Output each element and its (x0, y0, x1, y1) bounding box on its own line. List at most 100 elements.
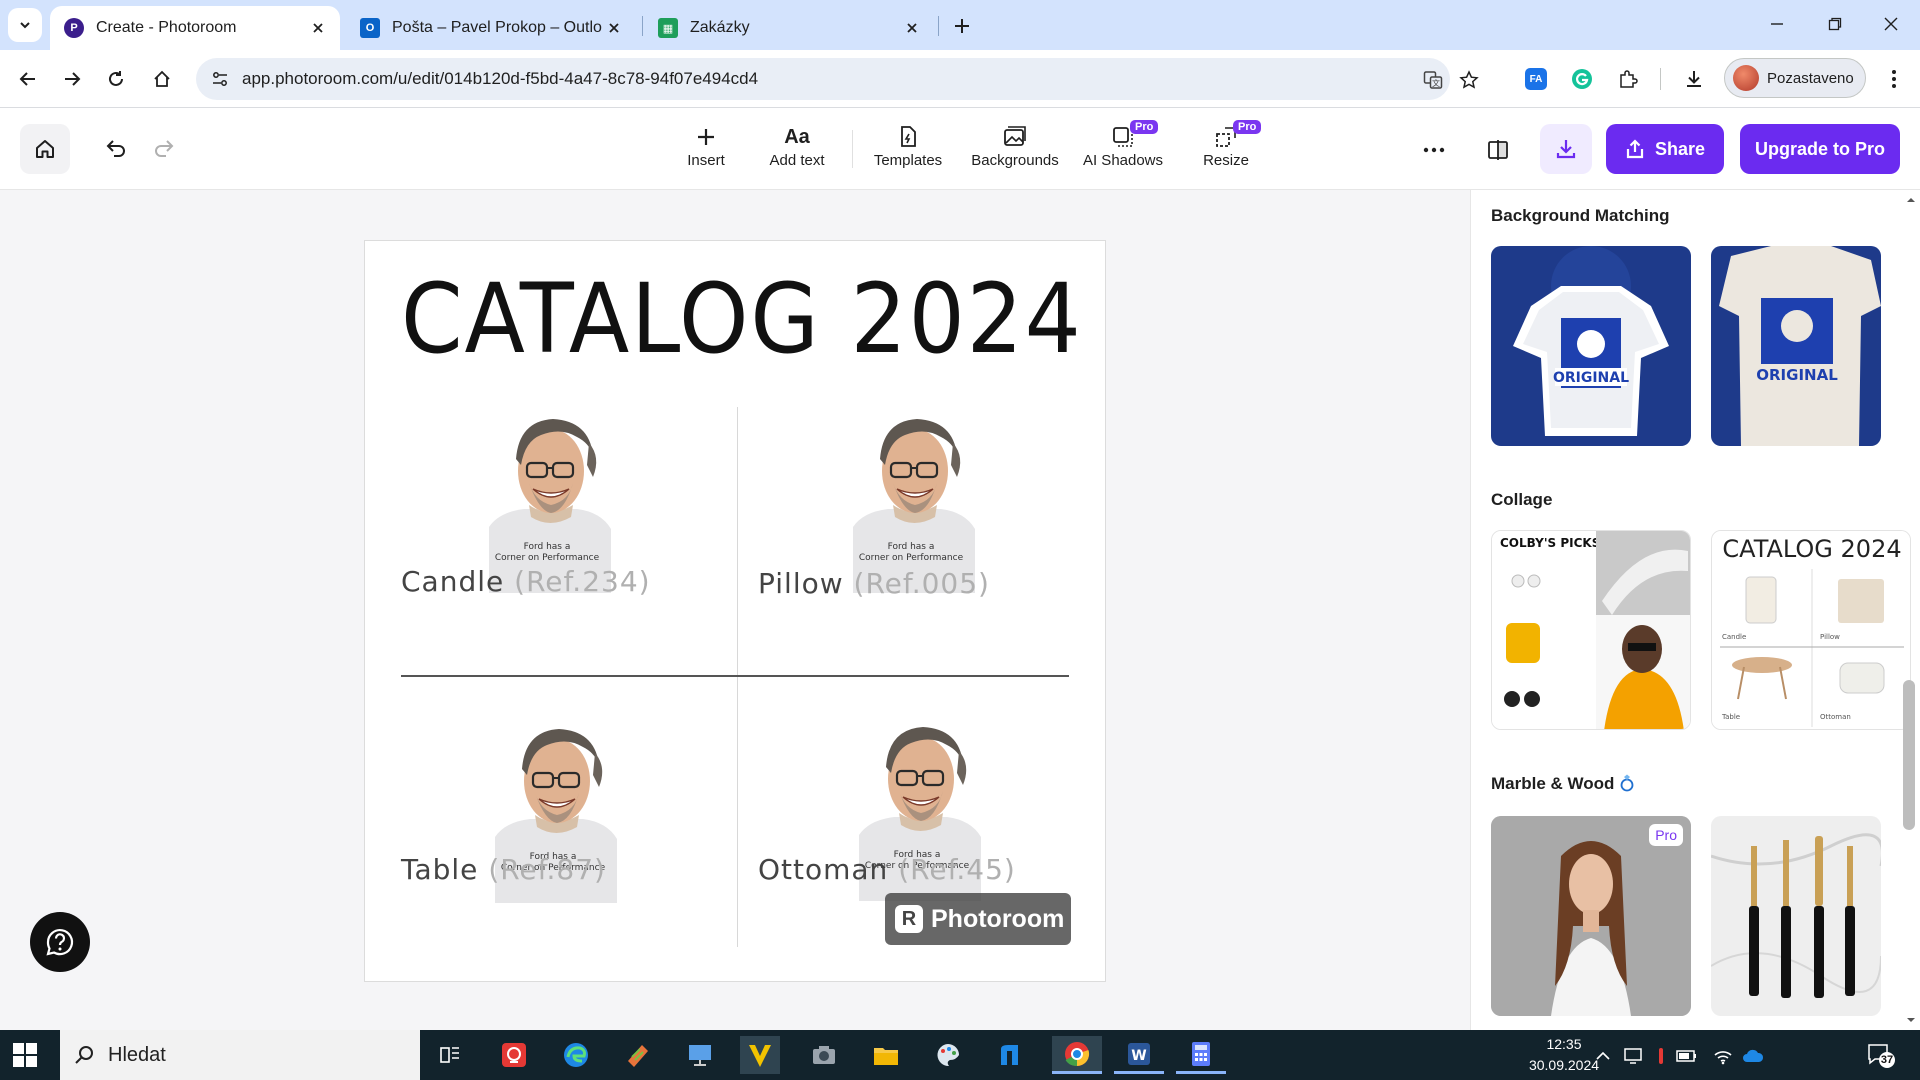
panel-scrollbar[interactable] (1901, 190, 1917, 1030)
task-view-icon[interactable] (430, 1036, 470, 1074)
camera-app-icon[interactable] (804, 1036, 844, 1074)
product-label-table[interactable]: Table (Ref.87) (401, 853, 606, 886)
paint-palette-icon[interactable] (928, 1036, 968, 1074)
edge-browser-icon[interactable] (556, 1036, 596, 1074)
word-app-icon[interactable]: W (1114, 1036, 1164, 1074)
resize-tool[interactable]: Pro Resize (1196, 120, 1262, 178)
backgrounds-tool[interactable]: Backgrounds (968, 122, 1062, 178)
new-tab-button[interactable] (948, 12, 976, 40)
ai-shadows-icon: Pro (1112, 120, 1159, 152)
app-home-button[interactable] (20, 124, 70, 174)
product-photo-pillow[interactable]: Ford has a Corner on Performance (853, 407, 975, 593)
resize-icon: Pro (1215, 120, 1262, 152)
svg-text:Ottoman: Ottoman (1820, 713, 1851, 721)
tray-monitor-icon[interactable] (1622, 1045, 1644, 1067)
undo-icon (106, 140, 125, 157)
chrome-browser-icon[interactable] (1052, 1036, 1102, 1074)
onedrive-cloud-icon[interactable] (1742, 1045, 1764, 1067)
design-page[interactable]: CATALOG 2024 Ford has a Corner on Perfor… (364, 240, 1106, 982)
product-label-ottoman[interactable]: Ottoman (Ref.45) (758, 853, 1016, 886)
compare-icon (1488, 140, 1508, 160)
close-tab-icon[interactable] (900, 16, 924, 40)
help-icon (46, 929, 74, 956)
font-awesome-extension-icon[interactable]: FA (1522, 65, 1550, 93)
file-explorer-icon[interactable] (866, 1036, 906, 1074)
catalog-title[interactable]: CATALOG 2024 (401, 263, 1083, 375)
toolbar-separator (1660, 68, 1661, 90)
back-button[interactable] (12, 63, 44, 95)
templates-tool[interactable]: Templates (866, 122, 950, 178)
reload-icon (109, 71, 123, 86)
tab-zakazky[interactable]: ▦ Zakázky (644, 6, 934, 50)
home-button[interactable] (146, 63, 178, 95)
grammarly-extension-icon[interactable] (1568, 65, 1596, 93)
close-tab-icon[interactable] (602, 16, 626, 40)
template-thumb-marble-woman[interactable]: Pro (1491, 816, 1691, 1016)
forward-button[interactable] (56, 63, 88, 95)
browser-menu-icon[interactable] (1880, 65, 1908, 93)
notification-center-button[interactable]: 37 (1866, 1042, 1896, 1070)
share-button[interactable]: Share (1606, 124, 1724, 174)
app-icon-blue[interactable] (990, 1036, 1030, 1074)
bookmark-star-icon[interactable] (1456, 67, 1482, 93)
vectorworks-icon[interactable] (740, 1036, 780, 1074)
download-icon (1556, 140, 1576, 159)
close-tab-icon[interactable] (306, 16, 330, 40)
photoroom-watermark[interactable]: R Photoroom (885, 893, 1071, 945)
svg-text:CATALOG 2024: CATALOG 2024 (1722, 535, 1901, 563)
remote-app-icon[interactable] (494, 1036, 534, 1074)
extensions-puzzle-icon[interactable] (1614, 65, 1642, 93)
download-button[interactable] (1540, 124, 1592, 174)
minimize-button[interactable] (1748, 0, 1806, 48)
canvas-area[interactable]: CATALOG 2024 Ford has a Corner on Perfor… (0, 190, 1470, 1030)
address-bar[interactable]: app.photoroom.com/u/edit/014b120d-f5bd-4… (196, 58, 1479, 100)
tab-photoroom[interactable]: P Create - Photoroom (50, 6, 340, 50)
undo-button[interactable] (100, 132, 132, 164)
windows-taskbar: Hledat W 12:35 30.09.2024 37 (0, 1030, 1920, 1080)
product-label-candle[interactable]: Candle (Ref.234) (401, 565, 651, 598)
browser-tabstrip: P Create - Photoroom O Pošta – Pavel Pro… (0, 0, 1920, 50)
taskbar-clock[interactable]: 12:35 30.09.2024 (1514, 1034, 1614, 1076)
remote-desktop-icon[interactable] (680, 1036, 720, 1074)
url-text: app.photoroom.com/u/edit/014b120d-f5bd-4… (242, 69, 759, 88)
paint-app-icon[interactable] (618, 1036, 658, 1074)
wifi-icon[interactable] (1712, 1045, 1734, 1067)
template-thumb-colbys-picks[interactable]: COLBY'S PICKS (1491, 530, 1691, 730)
more-options-button[interactable] (1418, 134, 1450, 166)
add-text-tool[interactable]: Aa Add text (762, 122, 832, 178)
sheets-favicon: ▦ (658, 18, 678, 38)
tray-security-icon[interactable] (1650, 1045, 1672, 1067)
translate-icon[interactable]: 文 (1420, 67, 1446, 93)
calculator-app-icon[interactable] (1176, 1036, 1226, 1074)
product-label-pillow[interactable]: Pillow (Ref.005) (758, 567, 990, 600)
ai-shadows-tool[interactable]: Pro AI Shadows (1080, 120, 1166, 178)
insert-tool[interactable]: Insert (672, 122, 740, 178)
scrollbar-thumb[interactable] (1903, 680, 1915, 830)
help-button[interactable] (30, 912, 90, 972)
maximize-button[interactable] (1806, 0, 1864, 48)
svg-text:Pillow: Pillow (1820, 633, 1840, 641)
minimize-icon (1771, 23, 1783, 25)
home-icon (36, 140, 54, 158)
downloads-icon[interactable] (1680, 65, 1708, 93)
tab-title: Zakázky (690, 19, 750, 36)
diamond-ring-icon (1620, 774, 1634, 792)
battery-icon[interactable] (1676, 1045, 1698, 1067)
start-button[interactable] (12, 1042, 38, 1068)
template-thumb-bg-match-2[interactable]: ORIGINAL (1711, 246, 1881, 446)
taskbar-search[interactable]: Hledat (60, 1030, 420, 1080)
compare-button[interactable] (1482, 134, 1514, 166)
upgrade-to-pro-button[interactable]: Upgrade to Pro (1740, 124, 1900, 174)
clock-time: 12:35 (1546, 1036, 1582, 1052)
template-thumb-marble-cutlery[interactable] (1711, 816, 1881, 1016)
section-title-marble-wood: Marble & Wood (1491, 774, 1635, 794)
tab-search-button[interactable] (8, 8, 42, 42)
profile-button[interactable]: Pozastaveno (1724, 58, 1866, 98)
close-window-button[interactable] (1862, 0, 1920, 48)
site-info-icon[interactable] (206, 65, 234, 93)
template-thumb-catalog-2024[interactable]: CATALOG 2024 Candle Pillow Table Ottoman (1711, 530, 1911, 730)
template-thumb-bg-match-1[interactable]: ORIGINAL (1491, 246, 1691, 446)
reload-button[interactable] (100, 63, 132, 95)
redo-button[interactable] (148, 132, 180, 164)
tab-outlook[interactable]: O Pošta – Pavel Prokop – Outlook (346, 6, 636, 50)
